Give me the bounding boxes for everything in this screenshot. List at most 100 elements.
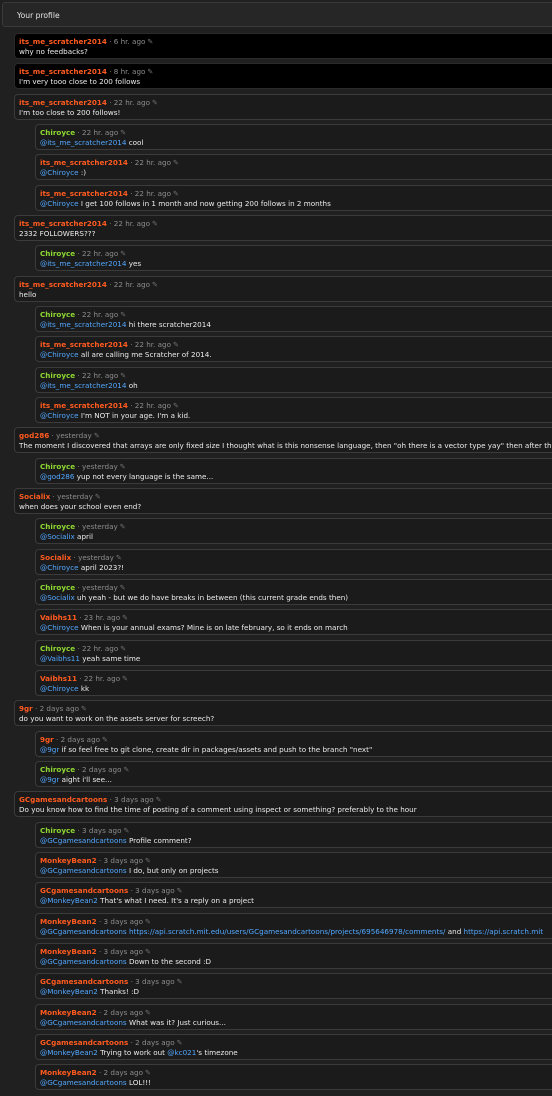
pencil-square-icon[interactable]: ✎ xyxy=(120,371,126,380)
comment-author-link[interactable]: its_me_scratcher2014 xyxy=(19,98,107,107)
pencil-square-icon[interactable]: ✎ xyxy=(120,522,126,531)
pencil-square-icon[interactable]: ✎ xyxy=(152,219,158,228)
comment-author-link[interactable]: Chiroyce xyxy=(40,371,75,380)
pencil-square-icon[interactable]: ✎ xyxy=(173,401,179,410)
pencil-square-icon[interactable]: ✎ xyxy=(177,886,183,895)
url-link[interactable]: https://api.scratch.mit xyxy=(464,927,544,936)
comment-author-link[interactable]: MonkeyBean2 xyxy=(40,917,97,926)
mention-link[interactable]: @GCgamesandcartoons xyxy=(40,836,127,845)
mention-link[interactable]: @Chiroyce xyxy=(40,623,79,632)
mention-link[interactable]: @its_me_scratcher2014 xyxy=(40,259,126,268)
pencil-square-icon[interactable]: ✎ xyxy=(173,340,179,349)
pencil-square-icon[interactable]: ✎ xyxy=(120,128,126,137)
pencil-square-icon[interactable]: ✎ xyxy=(124,826,130,835)
comment-author-link[interactable]: MonkeyBean2 xyxy=(40,947,97,956)
mention-link[interactable]: @GCgamesandcartoons xyxy=(40,1018,127,1027)
pencil-square-icon[interactable]: ✎ xyxy=(124,765,130,774)
pencil-square-icon[interactable]: ✎ xyxy=(120,462,126,471)
mention-link[interactable]: @MonkeyBean2 xyxy=(40,987,98,996)
pencil-square-icon[interactable]: ✎ xyxy=(145,856,151,865)
comment-author-link[interactable]: Chiroyce xyxy=(40,249,75,258)
comment-author-link[interactable]: Chiroyce xyxy=(40,128,75,137)
pencil-square-icon[interactable]: ✎ xyxy=(122,613,128,622)
comment-author-link[interactable]: Socialix xyxy=(19,492,50,501)
pencil-square-icon[interactable]: ✎ xyxy=(145,947,151,956)
mention-link[interactable]: @Chiroyce xyxy=(40,411,79,420)
pencil-square-icon[interactable]: ✎ xyxy=(95,492,101,501)
mention-link[interactable]: @Vaibhs11 xyxy=(40,654,80,663)
mention-link[interactable]: @9gr xyxy=(40,745,59,754)
comment-author-link[interactable]: 9gr xyxy=(40,735,54,744)
mention-link[interactable]: @Socialix xyxy=(40,532,75,541)
mention-link[interactable]: @Chiroyce xyxy=(40,199,79,208)
comment-author-link[interactable]: its_me_scratcher2014 xyxy=(19,37,107,46)
mention-link[interactable]: @GCgamesandcartoons xyxy=(40,957,127,966)
pencil-square-icon[interactable]: ✎ xyxy=(173,158,179,167)
pencil-square-icon[interactable]: ✎ xyxy=(94,431,100,440)
comment-author-link[interactable]: MonkeyBean2 xyxy=(40,1068,97,1077)
pencil-square-icon[interactable]: ✎ xyxy=(152,98,158,107)
mention-link[interactable]: @god286 xyxy=(40,472,74,481)
comment-author-link[interactable]: GCgamesandcartoons xyxy=(40,977,128,986)
mention-link[interactable]: @9gr xyxy=(40,775,59,784)
comment-author-link[interactable]: its_me_scratcher2014 xyxy=(40,158,128,167)
comment-author-link[interactable]: Chiroyce xyxy=(40,462,75,471)
mention-link[interactable]: @GCgamesandcartoons xyxy=(40,866,127,875)
comment-author-link[interactable]: GCgamesandcartoons xyxy=(40,1038,128,1047)
comment-author-link[interactable]: Chiroyce xyxy=(40,644,75,653)
comment-time: 3 days ago xyxy=(103,856,144,865)
comment-author-link[interactable]: its_me_scratcher2014 xyxy=(19,67,107,76)
mention-link[interactable]: @Chiroyce xyxy=(40,563,79,572)
pencil-square-icon[interactable]: ✎ xyxy=(116,553,122,562)
comment-author-link[interactable]: its_me_scratcher2014 xyxy=(40,340,128,349)
comment-author-link[interactable]: MonkeyBean2 xyxy=(40,856,97,865)
mention-link[interactable]: @its_me_scratcher2014 xyxy=(40,138,126,147)
pencil-square-icon[interactable]: ✎ xyxy=(145,1068,151,1077)
comment-author-link[interactable]: GCgamesandcartoons xyxy=(19,795,107,804)
mention-link[interactable]: @MonkeyBean2 xyxy=(40,896,98,905)
mention-link[interactable]: @Chiroyce xyxy=(40,350,79,359)
pencil-square-icon[interactable]: ✎ xyxy=(147,67,153,76)
comment-author-link[interactable]: Chiroyce xyxy=(40,826,75,835)
pencil-square-icon[interactable]: ✎ xyxy=(145,917,151,926)
comment-author-link[interactable]: Vaibhs11 xyxy=(40,674,77,683)
pencil-square-icon[interactable]: ✎ xyxy=(120,583,126,592)
mention-link[interactable]: @kc021 xyxy=(167,1048,196,1057)
mention-link[interactable]: @Socialix xyxy=(40,593,75,602)
comment-author-link[interactable]: Socialix xyxy=(40,553,71,562)
pencil-square-icon[interactable]: ✎ xyxy=(120,310,126,319)
pencil-square-icon[interactable]: ✎ xyxy=(120,249,126,258)
pencil-square-icon[interactable]: ✎ xyxy=(177,1038,183,1047)
comment-author-link[interactable]: Vaibhs11 xyxy=(40,613,77,622)
mention-link[interactable]: @MonkeyBean2 xyxy=(40,1048,98,1057)
comment-author-link[interactable]: its_me_scratcher2014 xyxy=(40,189,128,198)
comment-author-link[interactable]: GCgamesandcartoons xyxy=(40,886,128,895)
comment-author-link[interactable]: Chiroyce xyxy=(40,310,75,319)
url-link[interactable]: https://api.scratch.mit.edu/users/GCgame… xyxy=(129,927,445,936)
pencil-square-icon[interactable]: ✎ xyxy=(81,704,87,713)
mention-link[interactable]: @Chiroyce xyxy=(40,168,79,177)
pencil-square-icon[interactable]: ✎ xyxy=(177,977,183,986)
comment-author-link[interactable]: its_me_scratcher2014 xyxy=(19,280,107,289)
mention-link[interactable]: @its_me_scratcher2014 xyxy=(40,320,126,329)
pencil-square-icon[interactable]: ✎ xyxy=(147,37,153,46)
comment-author-link[interactable]: god286 xyxy=(19,431,49,440)
pencil-square-icon[interactable]: ✎ xyxy=(122,674,128,683)
comment-author-link[interactable]: MonkeyBean2 xyxy=(40,1008,97,1017)
pencil-square-icon[interactable]: ✎ xyxy=(156,795,162,804)
comment-author-link[interactable]: Chiroyce xyxy=(40,583,75,592)
comment-author-link[interactable]: Chiroyce xyxy=(40,765,75,774)
pencil-square-icon[interactable]: ✎ xyxy=(120,644,126,653)
mention-link[interactable]: @its_me_scratcher2014 xyxy=(40,381,126,390)
pencil-square-icon[interactable]: ✎ xyxy=(102,735,108,744)
comment-author-link[interactable]: its_me_scratcher2014 xyxy=(19,219,107,228)
comment-author-link[interactable]: Chiroyce xyxy=(40,522,75,531)
mention-link[interactable]: @Chiroyce xyxy=(40,684,79,693)
pencil-square-icon[interactable]: ✎ xyxy=(173,189,179,198)
comment-author-link[interactable]: 9gr xyxy=(19,704,33,713)
pencil-square-icon[interactable]: ✎ xyxy=(145,1008,151,1017)
pencil-square-icon[interactable]: ✎ xyxy=(152,280,158,289)
mention-link[interactable]: @GCgamesandcartoons xyxy=(40,1078,127,1087)
comment-author-link[interactable]: its_me_scratcher2014 xyxy=(40,401,128,410)
mention-link[interactable]: @GCgamesandcartoons xyxy=(40,927,127,936)
